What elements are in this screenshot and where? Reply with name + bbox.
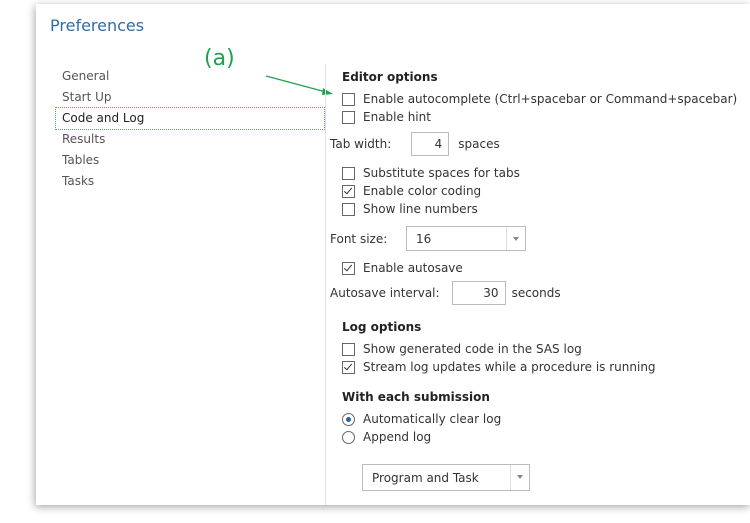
preferences-sidebar: General Start Up Code and Log Results Ta…	[55, 66, 325, 192]
auto-clear-log-radio[interactable]	[342, 412, 355, 426]
enable-color-coding-label: Enable color coding	[363, 184, 482, 198]
enable-color-coding-checkbox[interactable]	[342, 184, 355, 198]
with-each-submission-heading: With each submission	[342, 390, 490, 404]
append-target-value: Program and Task	[372, 470, 479, 485]
sidebar-item-tasks[interactable]: Tasks	[56, 171, 324, 192]
enable-autocomplete-checkbox[interactable]	[342, 92, 355, 106]
autosave-interval-label: Autosave interval:	[330, 286, 440, 300]
font-size-label: Font size:	[330, 231, 388, 246]
auto-clear-log-label: Automatically clear log	[363, 412, 502, 426]
show-generated-code-label: Show generated code in the SAS log	[363, 342, 582, 356]
show-line-numbers-option[interactable]: Show line numbers	[342, 200, 478, 218]
stream-log-updates-option[interactable]: Stream log updates while a procedure is …	[342, 358, 656, 376]
font-size-label-row: Font size:	[330, 226, 387, 251]
autosave-interval-input[interactable]: 30	[451, 281, 506, 305]
settings-panel: Editor options Enable autocomplete (Ctrl…	[326, 4, 750, 505]
substitute-spaces-option[interactable]: Substitute spaces for tabs	[342, 164, 520, 182]
append-log-label: Append log	[363, 430, 432, 444]
enable-autosave-option[interactable]: Enable autosave	[342, 259, 463, 277]
chevron-down-icon[interactable]	[510, 465, 529, 490]
sidebar-item-start-up[interactable]: Start Up	[56, 87, 324, 108]
sidebar-item-tables[interactable]: Tables	[56, 150, 324, 171]
enable-autosave-checkbox[interactable]	[342, 261, 355, 275]
show-line-numbers-label: Show line numbers	[363, 202, 478, 216]
enable-hint-checkbox[interactable]	[342, 110, 355, 124]
editor-options-heading: Editor options	[342, 70, 438, 84]
substitute-spaces-checkbox[interactable]	[342, 166, 355, 180]
font-size-select[interactable]: 16	[406, 226, 526, 251]
dialog-title: Preferences	[50, 16, 145, 35]
enable-autocomplete-label: Enable autocomplete (Ctrl+spacebar or Co…	[363, 92, 738, 106]
enable-autocomplete-option[interactable]: Enable autocomplete (Ctrl+spacebar or Co…	[342, 90, 737, 108]
append-log-radio[interactable]	[342, 430, 355, 444]
sidebar-item-code-and-log[interactable]: Code and Log	[55, 107, 325, 130]
annotation-label: (a)	[204, 46, 235, 71]
enable-autosave-label: Enable autosave	[363, 261, 463, 275]
stream-log-updates-checkbox[interactable]	[342, 360, 355, 374]
enable-hint-option[interactable]: Enable hint	[342, 108, 431, 126]
append-target-select[interactable]: Program and Task	[362, 464, 530, 491]
append-log-option[interactable]: Append log	[342, 428, 431, 446]
show-line-numbers-checkbox[interactable]	[342, 202, 355, 216]
substitute-spaces-label: Substitute spaces for tabs	[363, 166, 520, 180]
sidebar-item-general[interactable]: General	[56, 66, 324, 87]
sidebar-item-results[interactable]: Results	[56, 129, 324, 150]
show-generated-code-checkbox[interactable]	[342, 342, 355, 356]
font-size-value: 16	[416, 231, 432, 246]
show-generated-code-option[interactable]: Show generated code in the SAS log	[342, 340, 582, 358]
tab-width-unit: spaces	[458, 137, 500, 151]
autosave-interval-row: Autosave interval: 30 seconds	[330, 281, 561, 305]
chevron-down-icon[interactable]	[506, 227, 525, 250]
tab-width-row: Tab width: 4 spaces	[330, 132, 500, 156]
log-options-heading: Log options	[342, 320, 422, 334]
stream-log-updates-label: Stream log updates while a procedure is …	[363, 360, 656, 374]
preferences-dialog: Preferences General Start Up Code and Lo…	[36, 4, 750, 505]
auto-clear-log-option[interactable]: Automatically clear log	[342, 410, 501, 428]
tab-width-label: Tab width:	[330, 137, 392, 151]
enable-color-coding-option[interactable]: Enable color coding	[342, 182, 481, 200]
enable-hint-label: Enable hint	[363, 110, 431, 124]
tab-width-input[interactable]: 4	[411, 132, 450, 156]
autosave-interval-unit: seconds	[511, 286, 561, 300]
